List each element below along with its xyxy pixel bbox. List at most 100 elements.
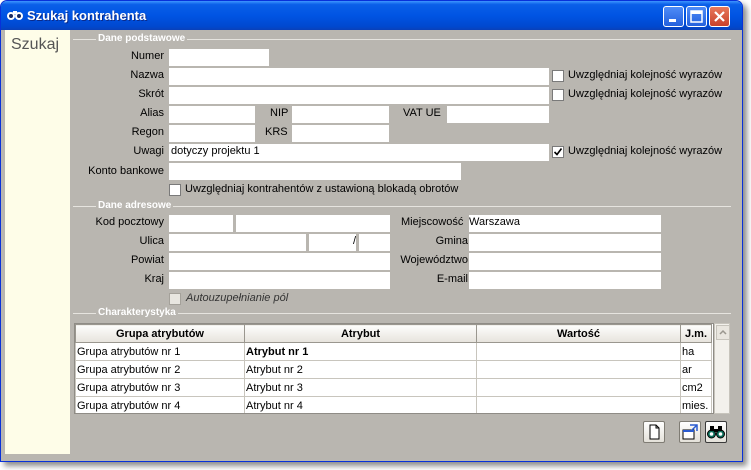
house-number-input[interactable] xyxy=(309,234,356,251)
cell-value[interactable] xyxy=(476,342,681,361)
maximize-button[interactable] xyxy=(686,6,707,27)
section-attributes-label: Charakterystyka xyxy=(96,307,178,318)
kraj-label: Kraj xyxy=(144,273,164,285)
minimize-button[interactable] xyxy=(663,6,684,27)
cell-attribute[interactable]: Atrybut nr 1 xyxy=(244,342,477,361)
export-icon xyxy=(682,424,698,440)
search-form: Dane podstawowe Numer Nazwa Uwzględniaj … xyxy=(71,30,736,454)
numer-label: Numer xyxy=(130,50,164,62)
uwagi-order-checkbox[interactable] xyxy=(552,146,564,158)
table-row[interactable]: Grupa atrybutów nr 1 Atrybut nr 1 ha xyxy=(75,342,712,361)
autocomplete-label: Autouzupełnianie pól xyxy=(186,292,289,304)
close-button[interactable] xyxy=(709,6,730,27)
miejscowosc-label: Miejscowość xyxy=(401,216,464,228)
sidebar: Szukaj xyxy=(5,30,70,454)
cell-value[interactable] xyxy=(476,378,681,397)
krs-input[interactable] xyxy=(292,125,389,142)
alias-input[interactable] xyxy=(169,106,255,123)
autocomplete-checkbox[interactable] xyxy=(169,293,181,305)
attributes-grid[interactable]: Grupa atrybutów Atrybut Wartość J.m. Gru… xyxy=(74,323,714,414)
konto-input[interactable] xyxy=(169,163,461,180)
email-input[interactable] xyxy=(469,272,661,289)
vatue-label: VAT UE xyxy=(403,107,441,119)
numer-input[interactable] xyxy=(169,49,269,66)
powiat-label: Powiat xyxy=(130,254,164,266)
window-title: Szukaj kontrahenta xyxy=(27,8,147,23)
grid-vertical-scrollbar[interactable] xyxy=(714,323,730,414)
close-icon xyxy=(714,11,725,22)
binoculars-icon xyxy=(7,11,23,20)
nazwa-input[interactable] xyxy=(169,68,549,85)
wojewodztwo-input[interactable] xyxy=(469,253,661,270)
cell-value[interactable] xyxy=(476,360,681,379)
cell-value[interactable] xyxy=(476,396,681,413)
nip-label: NIP xyxy=(270,107,289,119)
ulica-input[interactable] xyxy=(169,234,306,251)
krs-label: KRS xyxy=(265,126,288,138)
cell-unit[interactable]: mies. xyxy=(680,396,712,413)
column-header-group[interactable]: Grupa atrybutów xyxy=(75,324,245,343)
nip-input[interactable] xyxy=(292,106,389,123)
minimize-icon xyxy=(669,19,676,22)
wojewodztwo-label: Województwo xyxy=(400,254,468,266)
gmina-input[interactable] xyxy=(469,234,661,251)
uwagi-order-label: Uwzględniaj kolejność wyrazów xyxy=(568,145,723,157)
cell-attribute[interactable]: Atrybut nr 4 xyxy=(244,396,477,413)
column-header-value[interactable]: Wartość xyxy=(476,324,681,343)
gmina-label: Gmina xyxy=(435,235,468,247)
cell-group[interactable]: Grupa atrybutów nr 3 xyxy=(75,378,245,397)
kod-input-2[interactable] xyxy=(236,215,390,232)
alias-label: Alias xyxy=(140,107,164,119)
cell-group[interactable]: Grupa atrybutów nr 1 xyxy=(75,342,245,361)
email-label: E-mail xyxy=(436,273,468,285)
skrot-order-checkbox[interactable] xyxy=(552,89,564,101)
column-header-attribute[interactable]: Atrybut xyxy=(244,324,477,343)
cell-attribute[interactable]: Atrybut nr 2 xyxy=(244,360,477,379)
cell-unit[interactable]: ha xyxy=(680,342,712,361)
powiat-input[interactable] xyxy=(169,253,390,270)
table-row[interactable]: Grupa atrybutów nr 4 Atrybut nr 4 mies. xyxy=(75,396,712,413)
uwagi-input[interactable]: dotyczy projektu 1 xyxy=(169,144,549,161)
section-address: Dane adresowe xyxy=(73,200,731,211)
maximize-icon xyxy=(690,10,703,23)
cell-unit[interactable]: ar xyxy=(680,360,712,379)
cell-attribute[interactable]: Atrybut nr 3 xyxy=(244,378,477,397)
table-row[interactable]: Grupa atrybutów nr 3 Atrybut nr 3 cm2 xyxy=(75,378,712,397)
nazwa-order-checkbox[interactable] xyxy=(552,70,564,82)
kod-input[interactable] xyxy=(169,215,233,232)
kraj-input[interactable] xyxy=(169,272,390,289)
grid-header-row: Grupa atrybutów Atrybut Wartość J.m. xyxy=(75,324,712,343)
kod-label: Kod pocztowy xyxy=(95,216,164,228)
table-row[interactable]: Grupa atrybutów nr 2 Atrybut nr 2 ar xyxy=(75,360,712,379)
new-document-button[interactable] xyxy=(643,421,665,443)
scroll-up-button[interactable] xyxy=(716,325,730,340)
miejscowosc-input[interactable]: Warszawa xyxy=(469,215,661,232)
cell-unit[interactable]: cm2 xyxy=(680,378,712,397)
section-address-label: Dane adresowe xyxy=(96,200,174,211)
search-button[interactable] xyxy=(705,421,727,443)
uwagi-label: Uwagi xyxy=(133,145,164,157)
skrot-label: Skrót xyxy=(138,88,164,100)
column-header-unit[interactable]: J.m. xyxy=(680,324,712,343)
sidebar-title: Szukaj xyxy=(11,36,60,53)
nazwa-label: Nazwa xyxy=(130,69,164,81)
checkmark-icon xyxy=(553,148,563,156)
blocked-label: Uwzględniaj kontrahentów z ustawioną blo… xyxy=(185,183,459,195)
skrot-input[interactable] xyxy=(169,87,549,104)
address-separator: / xyxy=(353,235,357,247)
chevron-up-icon xyxy=(719,329,727,335)
apartment-number-input[interactable] xyxy=(359,234,390,251)
regon-input[interactable] xyxy=(169,125,255,142)
vatue-input[interactable] xyxy=(447,106,549,123)
section-basic: Dane podstawowe xyxy=(73,33,731,44)
blocked-checkbox[interactable] xyxy=(169,184,181,196)
cell-group[interactable]: Grupa atrybutów nr 2 xyxy=(75,360,245,379)
binoculars-icon xyxy=(707,426,725,439)
new-document-icon xyxy=(649,424,660,440)
title-bar[interactable]: Szukaj kontrahenta xyxy=(1,1,742,30)
konto-label: Konto bankowe xyxy=(88,165,164,177)
regon-label: Regon xyxy=(131,126,164,138)
export-button[interactable] xyxy=(679,421,701,443)
search-contractor-window: Szukaj kontrahenta Szukaj Dane podstawow… xyxy=(0,0,743,462)
cell-group[interactable]: Grupa atrybutów nr 4 xyxy=(75,396,245,413)
